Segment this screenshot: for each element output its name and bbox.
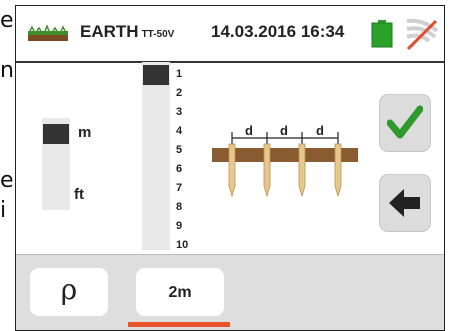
status-bar: EARTH TT-50V 14.03.2016 16:34 <box>16 6 444 63</box>
instrument-screen: EARTH TT-50V 14.03.2016 16:34 m ft 1 2 3 … <box>15 5 445 331</box>
date-text: 14.03.2016 <box>211 22 297 41</box>
distance-value[interactable]: 8 <box>176 198 188 217</box>
distance-value[interactable]: 4 <box>176 122 188 141</box>
edge-letter-3: e <box>0 168 14 193</box>
edge-letter-2: n <box>0 58 14 83</box>
back-button[interactable] <box>379 174 431 232</box>
distance-value[interactable]: 10 <box>176 236 188 255</box>
edge-letter-4: i <box>0 198 7 223</box>
mode-name: EARTH <box>80 22 139 41</box>
distance-value[interactable]: 2 <box>176 84 188 103</box>
distance-value[interactable]: 7 <box>176 179 188 198</box>
tab-resistivity[interactable]: ρ <box>30 268 108 316</box>
distance-value-list: 1 2 3 4 5 6 7 8 9 10 <box>176 65 188 255</box>
active-tab-indicator <box>128 322 230 327</box>
unit-slider-thumb[interactable] <box>43 124 69 144</box>
distance-value[interactable]: 9 <box>176 217 188 236</box>
battery-icon <box>371 20 393 48</box>
unit-option-m[interactable]: m <box>78 124 91 141</box>
distance-value[interactable]: 1 <box>176 65 188 84</box>
electrode-spacing-diagram: d d d <box>212 123 358 198</box>
time-text: 16:34 <box>300 22 345 41</box>
spacing-label-1: d <box>245 123 253 138</box>
mode-title: EARTH TT-50V <box>80 22 174 42</box>
distance-value[interactable]: 3 <box>176 103 188 122</box>
distance-slider-thumb[interactable] <box>143 65 169 85</box>
back-arrow-icon <box>389 189 420 217</box>
checkmark-icon <box>387 105 423 139</box>
tab-distance[interactable]: 2m <box>136 268 224 316</box>
unit-option-ft[interactable]: ft <box>74 186 84 203</box>
mode-subtitle: TT-50V <box>141 29 175 40</box>
distance-value[interactable]: 5 <box>176 141 188 160</box>
confirm-button[interactable] <box>379 94 431 152</box>
distance-slider-track[interactable] <box>142 62 170 250</box>
spacing-label-2: d <box>280 123 288 138</box>
wifi-disabled-icon <box>406 18 438 51</box>
earth-mode-icon <box>28 25 68 41</box>
distance-value[interactable]: 6 <box>176 160 188 179</box>
edge-letter-1: e <box>0 8 14 33</box>
date-time: 14.03.2016 16:34 <box>211 22 344 42</box>
spacing-label-3: d <box>316 123 324 138</box>
